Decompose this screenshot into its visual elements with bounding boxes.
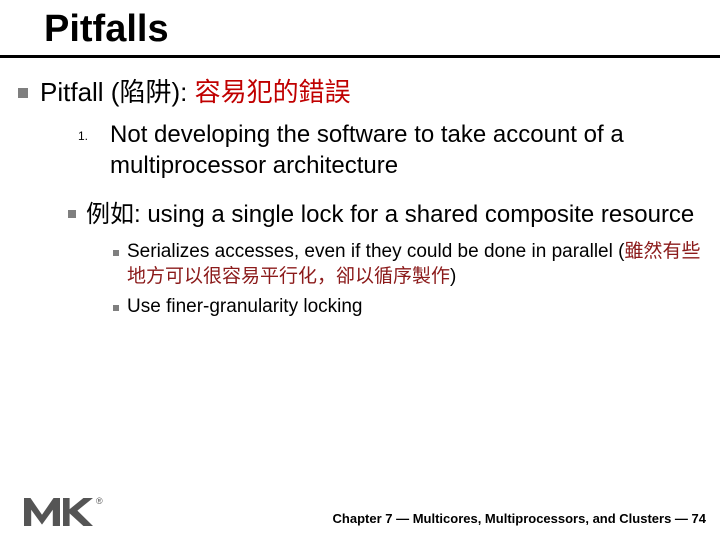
square-bullet-icon (68, 210, 76, 218)
detail-row-2: Use finer-granularity locking (113, 295, 708, 320)
item1-text: Not developing the software to take acco… (110, 119, 708, 181)
numbered-item: 1. Not developing the software to take a… (78, 119, 708, 181)
sub-bullet-row: 例如: using a single lock for a shared com… (68, 199, 708, 230)
detail2-text: Use finer-granularity locking (127, 295, 363, 320)
slide-title: Pitfalls (44, 8, 720, 51)
detail1-suffix: ) (450, 266, 456, 287)
item2-text: 例如: using a single lock for a shared com… (86, 199, 694, 230)
number-marker: 1. (78, 129, 88, 143)
detail1-text: Serializes accesses, even if they could … (127, 240, 708, 289)
registered-mark: ® (96, 496, 103, 506)
heading-highlight: 容易犯的錯誤 (195, 77, 351, 107)
footer-text: Chapter 7 — Multicores, Multiprocessors,… (333, 511, 706, 526)
square-bullet-icon (113, 250, 119, 256)
detail-row-1: Serializes accesses, even if they could … (113, 240, 708, 289)
heading-row: Pitfall (陷阱): 容易犯的錯誤 (18, 76, 708, 109)
title-bar: Pitfalls (0, 0, 720, 58)
square-bullet-icon (113, 305, 119, 311)
content-area: Pitfall (陷阱): 容易犯的錯誤 1. Not developing t… (0, 76, 720, 320)
square-bullet-icon (18, 88, 28, 98)
heading-plain: Pitfall (陷阱): (40, 77, 195, 107)
detail1-prefix: Serializes accesses, even if they could … (127, 241, 624, 262)
publisher-logo: ® (24, 498, 103, 526)
mk-logo-icon (24, 498, 93, 526)
footer: ® Chapter 7 — Multicores, Multiprocessor… (0, 498, 720, 526)
heading-text: Pitfall (陷阱): 容易犯的錯誤 (40, 76, 351, 109)
